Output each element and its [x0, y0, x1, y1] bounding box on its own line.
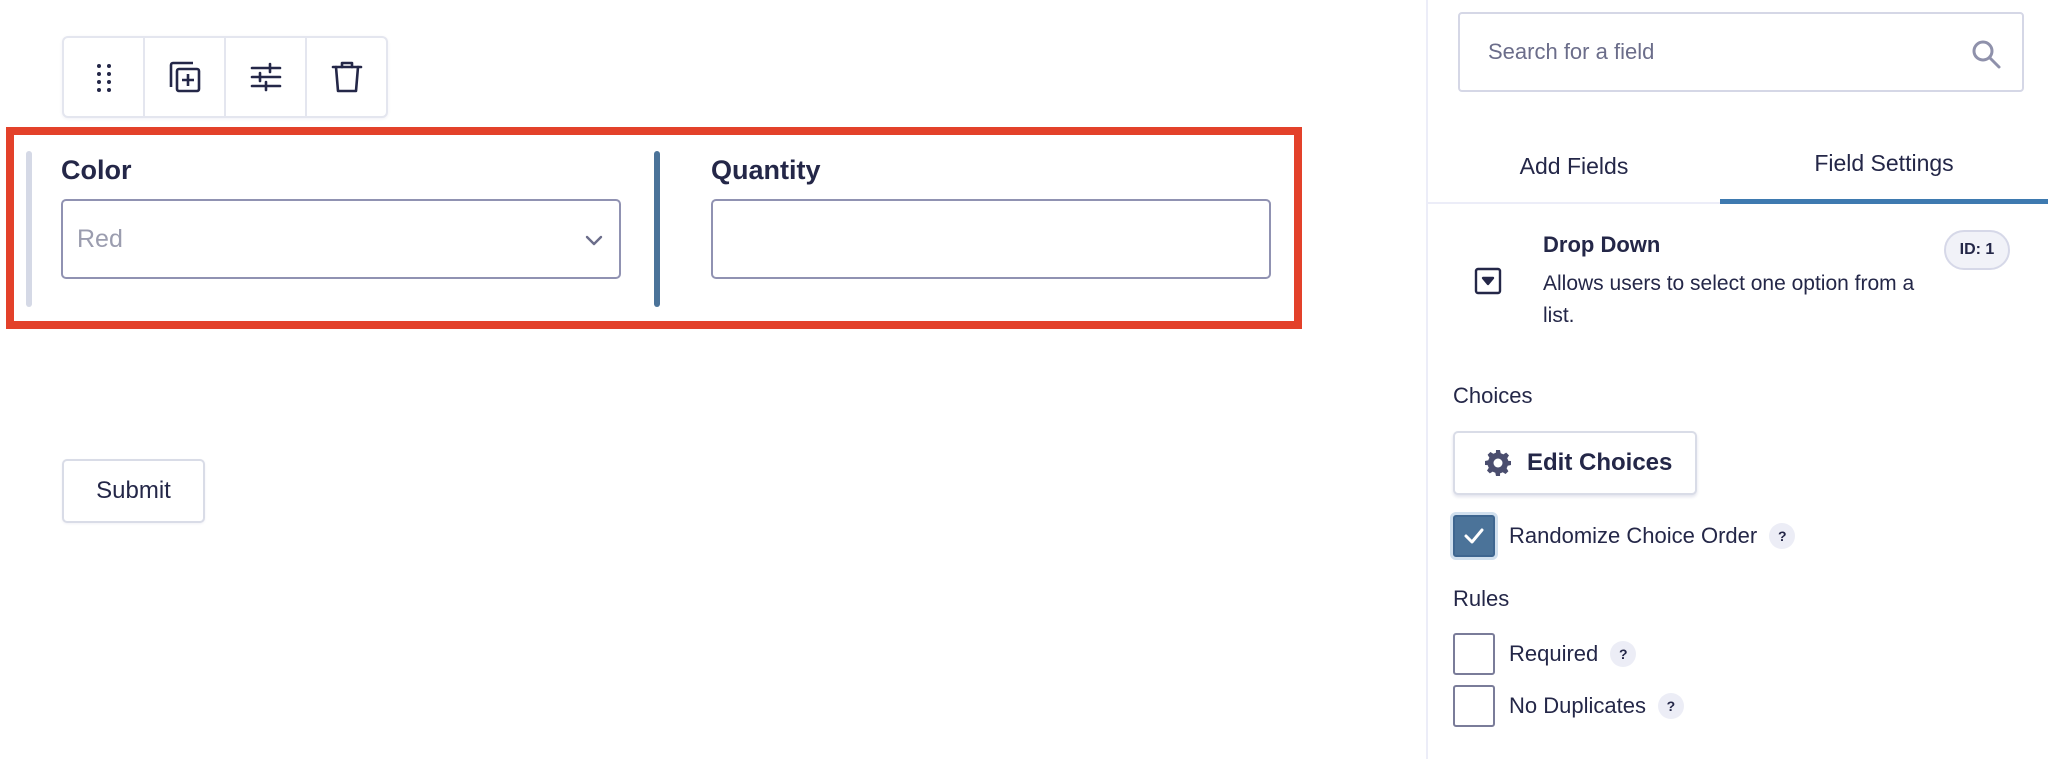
choices-section-label: Choices: [1453, 383, 1533, 408]
field-id-badge: ID: 1: [1944, 230, 2010, 270]
color-select-value: Red: [77, 224, 123, 253]
help-icon[interactable]: ?: [1769, 523, 1796, 549]
no-duplicates-row: No Duplicates ?: [1453, 685, 1684, 727]
rules-section-label: Rules: [1453, 586, 1510, 611]
gear-icon: [1485, 450, 1511, 476]
required-label: Required: [1509, 641, 1599, 666]
trash-icon: [331, 61, 362, 93]
sidebar-tabs: Add Fields Field Settings: [1428, 128, 2048, 204]
field-type-description: Allows users to select one option from a…: [1543, 272, 1915, 327]
tab-add-fields[interactable]: Add Fields: [1428, 128, 1720, 204]
duplicate-icon: [169, 61, 200, 93]
duplicate-button[interactable]: [145, 38, 226, 116]
settings-sidebar: Search for a field Add Fields Field Sett…: [1426, 0, 2048, 759]
drag-handle-icon: [96, 64, 111, 92]
no-duplicates-label: No Duplicates: [1509, 693, 1646, 718]
column-resize-handle[interactable]: [654, 151, 660, 307]
color-field-label: Color: [61, 155, 132, 185]
selected-field-row[interactable]: Color Red Quantity: [6, 127, 1302, 329]
search-placeholder: Search for a field: [1488, 39, 1655, 64]
tab-field-settings[interactable]: Field Settings: [1720, 128, 2048, 204]
color-select[interactable]: Red: [61, 199, 621, 279]
field-toolbar: [62, 36, 388, 118]
edit-choices-button[interactable]: Edit Choices: [1453, 431, 1697, 495]
help-icon[interactable]: ?: [1610, 641, 1637, 667]
field-settings-button[interactable]: [226, 38, 307, 116]
field-type-info: Drop Down Allows users to select one opt…: [1428, 222, 2048, 342]
color-field[interactable]: Color Red: [26, 151, 656, 307]
dropdown-field-icon: [1474, 267, 1502, 295]
submit-button[interactable]: Submit: [62, 459, 205, 523]
drag-handle-button[interactable]: [64, 38, 145, 116]
randomize-choice-order-row: Randomize Choice Order ?: [1453, 515, 1796, 557]
search-icon[interactable]: [1970, 38, 2002, 70]
field-search-input[interactable]: Search for a field: [1458, 12, 2024, 92]
checkmark-icon: [1464, 528, 1484, 544]
edit-choices-label: Edit Choices: [1527, 449, 1673, 476]
quantity-field[interactable]: Quantity: [654, 151, 1294, 307]
required-row: Required ?: [1453, 633, 1637, 675]
chevron-down-icon: [585, 235, 603, 246]
required-checkbox[interactable]: [1453, 633, 1495, 675]
field-type-title: Drop Down: [1543, 232, 1661, 257]
no-duplicates-checkbox[interactable]: [1453, 685, 1495, 727]
quantity-input[interactable]: [711, 199, 1271, 279]
help-icon[interactable]: ?: [1657, 693, 1684, 719]
delete-button[interactable]: [307, 38, 386, 116]
randomize-choice-order-label: Randomize Choice Order: [1509, 523, 1758, 548]
quantity-field-label: Quantity: [711, 155, 821, 185]
settings-sliders-icon: [250, 62, 281, 92]
column-drop-indicator: [26, 151, 32, 307]
randomize-choice-order-checkbox[interactable]: [1453, 515, 1495, 557]
